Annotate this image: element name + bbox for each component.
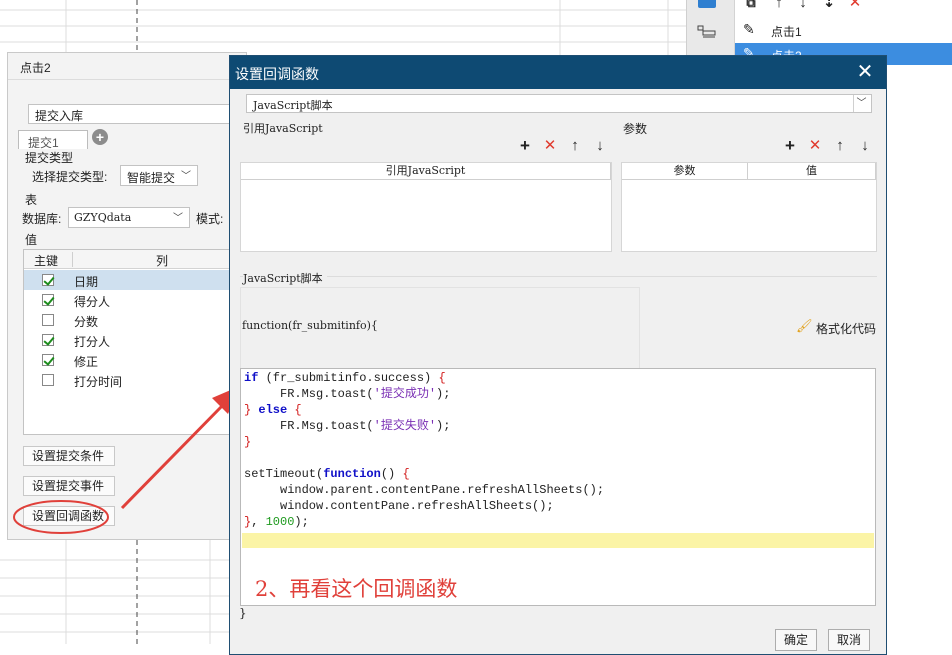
- code-line: setTimeout(function() {: [244, 467, 410, 481]
- ref-js-column-header: 引用JavaScript: [241, 163, 611, 180]
- brush-icon: 🖌: [796, 318, 813, 333]
- add-icon[interactable]: +: [782, 137, 798, 154]
- closing-brace: }: [239, 606, 247, 620]
- move-up-icon[interactable]: ↑: [832, 138, 848, 154]
- params-table: 参数 值: [621, 162, 877, 252]
- code-line: FR.Msg.toast('提交失败');: [244, 419, 451, 433]
- close-icon[interactable]: ✕: [854, 61, 876, 83]
- current-line-highlight: [242, 533, 874, 548]
- move-down-icon[interactable]: ↓: [857, 138, 873, 154]
- format-code-button[interactable]: 🖌 格式化代码: [796, 318, 880, 336]
- annotation-text: 2、再看这个回调函数: [255, 577, 458, 601]
- code-line: FR.Msg.toast('提交成功');: [244, 387, 451, 401]
- code-line: window.contentPane.refreshAllSheets();: [244, 499, 554, 513]
- arrow-shaft: [120, 404, 224, 510]
- param-column-header: 参数: [622, 163, 748, 180]
- callback-function-dialog: 设置回调函数 ✕ JavaScript脚本 ﹀ 引用JavaScript 参数 …: [229, 55, 887, 655]
- ok-button[interactable]: 确定: [775, 629, 817, 651]
- script-section-label: JavaScript脚本: [243, 270, 327, 286]
- code-line: }, 1000);: [244, 515, 309, 529]
- script-type-select[interactable]: JavaScript脚本 ﹀: [246, 94, 872, 113]
- cancel-button[interactable]: 取消: [828, 629, 870, 651]
- add-icon[interactable]: +: [517, 137, 533, 154]
- script-type-value: JavaScript脚本: [253, 99, 333, 112]
- annotation-ellipse: [13, 500, 109, 534]
- code-line: window.parent.contentPane.refreshAllShee…: [244, 483, 605, 497]
- code-line: } else {: [244, 403, 302, 417]
- move-down-icon[interactable]: ↓: [592, 138, 608, 154]
- delete-icon[interactable]: ✕: [807, 138, 823, 154]
- code-editor[interactable]: if (fr_submitinfo.success) { FR.Msg.toas…: [240, 368, 876, 606]
- value-column-header: 值: [748, 163, 876, 180]
- format-code-label: 格式化代码: [816, 322, 877, 336]
- move-up-icon[interactable]: ↑: [567, 138, 583, 154]
- dialog-titlebar: 设置回调函数 ✕: [230, 56, 886, 89]
- ref-js-section-label: 引用JavaScript: [243, 122, 323, 135]
- params-section-label: 参数: [623, 122, 648, 136]
- function-header: function(fr_submitinfo){: [242, 319, 378, 332]
- dialog-title: 设置回调函数: [235, 66, 319, 82]
- chevron-down-icon: ﹀: [853, 95, 869, 112]
- code-lines: if (fr_submitinfo.success) { FR.Msg.toas…: [244, 370, 604, 530]
- delete-icon[interactable]: ✕: [542, 138, 558, 154]
- section-divider: [240, 276, 877, 277]
- code-line: if (fr_submitinfo.success) {: [244, 371, 446, 385]
- ref-js-table: 引用JavaScript: [240, 162, 612, 252]
- code-line: }: [244, 435, 252, 449]
